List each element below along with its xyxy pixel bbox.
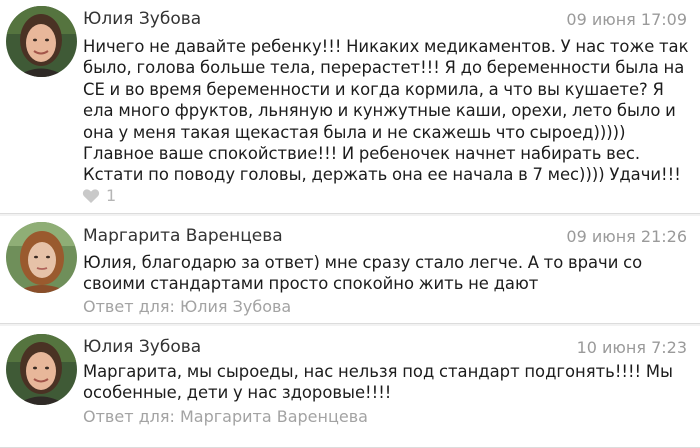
like-button[interactable]: 1 xyxy=(82,186,116,205)
comment-date: 10 июня 7:23 xyxy=(576,338,687,357)
comment-author[interactable]: Юлия Зубова xyxy=(83,9,201,29)
comments-feed: Юлия Зубова 09 июня 17:09 Ничего не дава… xyxy=(0,0,700,448)
avatar-photo xyxy=(6,334,77,405)
avatar[interactable] xyxy=(6,334,77,405)
avatar-photo xyxy=(6,6,77,77)
comment-date: 09 июня 17:09 xyxy=(566,10,687,29)
like-count: 1 xyxy=(106,186,117,205)
reply-to-link[interactable]: Ответ для: Юлия Зубова xyxy=(83,297,291,316)
reply-to-link[interactable]: Ответ для: Маргарита Варенцева xyxy=(83,407,368,426)
heart-icon xyxy=(82,188,100,203)
avatar-photo xyxy=(6,222,77,293)
comment-text: Ничего не давайте ребенку!!! Никаких мед… xyxy=(83,37,689,185)
comment-author[interactable]: Юлия Зубова xyxy=(83,337,201,357)
avatar[interactable] xyxy=(6,6,77,77)
comment-text: Юлия, благодарю за ответ) мне сразу стал… xyxy=(83,253,643,294)
comment-text: Маргарита, мы сыроеды, нас нельзя под ст… xyxy=(83,362,673,403)
comment-date: 09 июня 21:26 xyxy=(566,227,687,246)
comment-author[interactable]: Маргарита Варенцева xyxy=(83,226,283,246)
avatar[interactable] xyxy=(6,222,77,293)
